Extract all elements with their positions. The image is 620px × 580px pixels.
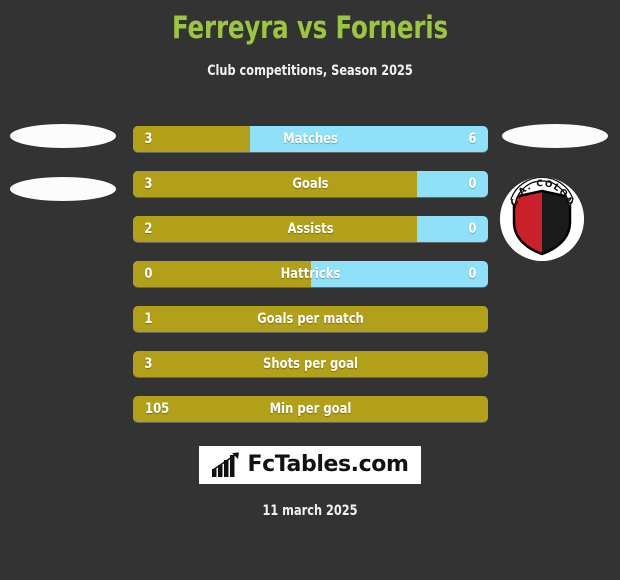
page-subtitle: Club competitions, Season 2025: [207, 63, 413, 79]
stat-row-min-per-goal: 105 Min per goal: [133, 396, 488, 422]
home-bar-fill: [133, 306, 488, 332]
home-value: 3: [144, 356, 153, 372]
bar-chart-icon: [212, 452, 240, 477]
home-player-photo-placeholder: [10, 124, 116, 148]
stat-row-assists: 2 Assists 0: [133, 216, 488, 242]
home-bar-fill: [133, 171, 417, 197]
stat-row-goals: 3 Goals 0: [133, 171, 488, 197]
stats-bar-chart: 3 Matches 6 3 Goals 0 2 Assists 0 0 Hatt…: [133, 126, 488, 441]
stat-row-shots-per-goal: 3 Shots per goal: [133, 351, 488, 377]
home-value: 1: [144, 311, 153, 327]
fctables-logo[interactable]: FcTables.com: [199, 446, 421, 484]
stat-row-matches: 3 Matches 6: [133, 126, 488, 152]
stat-row-goals-per-match: 1 Goals per match: [133, 306, 488, 332]
home-bar-fill: [133, 351, 488, 377]
home-value: 0: [144, 266, 153, 282]
stat-comparison-page: Ferreyra vs Forneris Club competitions, …: [0, 0, 620, 580]
page-title: Ferreyra vs Forneris: [172, 10, 448, 46]
away-value: 0: [468, 176, 477, 192]
home-value: 3: [144, 131, 153, 147]
home-bar-fill: [133, 216, 417, 242]
away-player-photo-placeholder: [502, 124, 608, 148]
home-value: 3: [144, 176, 153, 192]
home-bar-fill: [133, 261, 311, 287]
home-club-logo-placeholder: [10, 177, 116, 201]
home-value: 2: [144, 221, 153, 237]
away-club-badge: C.A. COLON: [500, 177, 584, 261]
away-value: 0: [468, 266, 477, 282]
away-value: 0: [468, 221, 477, 237]
away-value: 6: [468, 131, 477, 147]
colon-shield-icon: C.A. COLON: [500, 177, 584, 261]
logo-text: FcTables.com: [247, 452, 409, 477]
home-value: 105: [145, 401, 170, 417]
stat-row-hattricks: 0 Hattricks 0: [133, 261, 488, 287]
home-bar-fill: [133, 396, 488, 422]
generated-date: 11 march 2025: [262, 503, 358, 519]
